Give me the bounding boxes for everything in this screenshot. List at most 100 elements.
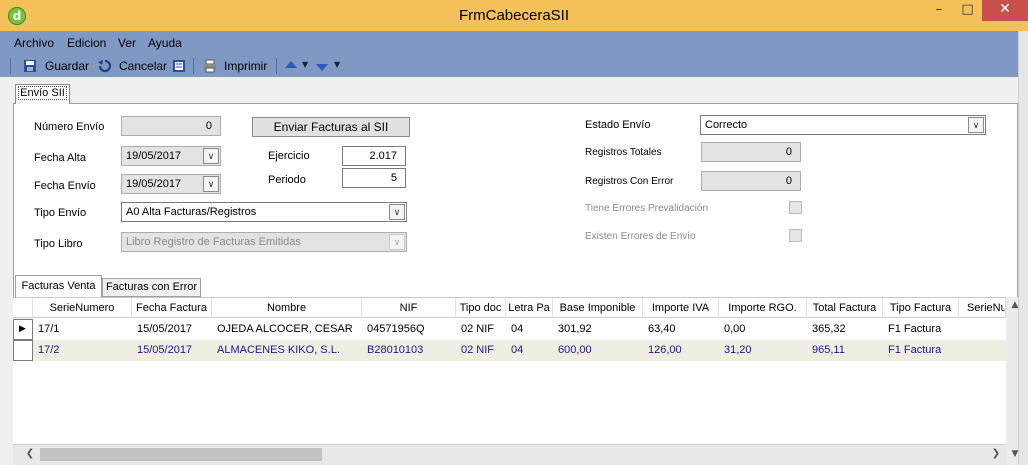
maximize-button[interactable]: □ [954,0,981,21]
cell-iva: 63,40 [648,323,676,335]
toolbar-separator [276,58,277,74]
close-button[interactable]: ✕ [982,0,1028,21]
printer-icon[interactable] [203,59,217,73]
scroll-left-icon[interactable]: ❮ [22,444,38,464]
chevron-down-icon[interactable]: ∨ [203,176,219,192]
column-header[interactable]: Total Factura [807,298,883,318]
navigate-up-icon[interactable] [284,59,298,73]
fecha-alta-label: Fecha Alta [34,152,86,164]
estado-envio-select[interactable]: Correcto ∨ [700,115,986,135]
cell-fecha: 15/05/2017 [137,323,193,335]
window-vertical-scrollbar[interactable] [1018,31,1028,465]
tab-envio-sii[interactable]: Envío SII [15,84,70,104]
toolbar-separator [193,58,194,74]
scroll-right-icon[interactable]: ❯ [988,444,1004,464]
tab-envio-label: Envío SII [18,86,67,100]
horizontal-scroll-thumb[interactable] [40,448,322,461]
facturas-grid: SerieNumero Fecha Factura Nombre NIF Tip… [13,297,1006,444]
fecha-alta-field[interactable]: 19/05/2017 ∨ [121,146,221,166]
column-header[interactable]: Importe IVA [643,298,719,318]
cell-tipo-doc: 02 NIF [461,344,495,356]
tipo-envio-value: A0 Alta Facturas/Registros [126,206,257,218]
save-icon[interactable] [23,59,37,73]
cell-nif: 04571956Q [367,323,425,335]
toolbar-grip [10,58,11,74]
enviar-facturas-button[interactable]: Enviar Facturas al SII [252,117,410,137]
column-header[interactable]: SerieNu [959,298,1006,318]
column-header[interactable]: Importe RGO. [719,298,807,318]
cell-tipo-doc: 02 NIF [461,323,495,335]
tipo-envio-select[interactable]: A0 Alta Facturas/Registros ∨ [121,202,407,222]
cell-rgo: 31,20 [724,344,752,356]
ejercicio-field[interactable]: 2.017 [342,146,406,166]
estado-envio-label: Estado Envío [585,119,651,131]
undo-icon[interactable] [98,59,112,73]
chevron-down-icon[interactable]: ∨ [389,204,405,220]
registros-error-field[interactable]: 0 [701,171,801,191]
registros-totales-label: Registros Totales [585,147,662,158]
cell-total: 365,32 [812,323,846,335]
cell-total: 965,11 [812,344,845,356]
chevron-down-icon[interactable]: ▼ [302,60,308,69]
chevron-down-icon[interactable]: ▼ [334,60,340,69]
print-button[interactable]: Imprimir [224,59,267,73]
table-row[interactable]: 17/2 15/05/2017 ALMACENES KIKO, S.L. B28… [13,340,1006,361]
fecha-envio-field[interactable]: 19/05/2017 ∨ [121,174,221,194]
column-header[interactable]: Tipo Factura [883,298,959,318]
tipo-libro-label: Tipo Libro [34,238,83,250]
tiene-errores-checkbox [789,201,802,214]
column-header[interactable]: Letra Pa [506,298,553,318]
numero-envio-label: Número Envío [34,121,105,133]
cell-iva: 126,00 [648,344,682,356]
fecha-alta-value: 19/05/2017 [126,150,182,162]
numero-envio-field[interactable]: 0 [121,116,221,136]
tipo-libro-value: Libro Registro de Facturas Emitidas [126,236,301,248]
column-header[interactable]: SerieNumero [33,298,132,318]
fecha-envio-value: 19/05/2017 [126,178,182,190]
cell-nombre: ALMACENES KIKO, S.L. [217,344,340,356]
minimize-button[interactable]: – [925,0,953,21]
tipo-envio-label: Tipo Envío [34,207,87,219]
chevron-down-icon: ∨ [389,234,405,250]
cell-nombre: OJEDA ALCOCER, CESAR [217,323,353,335]
menu-archivo[interactable]: Archivo [14,36,54,50]
current-row-icon: ▶ [19,324,26,334]
menu-ayuda[interactable]: Ayuda [148,36,182,50]
menu-edicion[interactable]: Edicion [67,36,106,50]
column-header[interactable]: Tipo doc [456,298,506,318]
column-header[interactable]: Fecha Factura [132,298,212,318]
cell-letra: 04 [511,344,524,356]
periodo-label: Periodo [268,174,306,186]
window-title: FrmCabeceraSII [458,7,570,24]
tab-facturas-venta[interactable]: Facturas Venta [15,275,102,297]
column-header[interactable]: Nombre [212,298,362,318]
estado-envio-value: Correcto [705,119,748,131]
cell-letra: 04 [511,323,524,335]
navigate-down-icon[interactable] [315,59,329,73]
report-icon[interactable] [172,59,186,73]
table-row[interactable]: ▶ 17/1 15/05/2017 OJEDA ALCOCER, CESAR 0… [13,319,1006,340]
cell-tipo-factura: F1 Factura [888,323,942,335]
menu-ver[interactable]: Ver [118,36,136,50]
chevron-down-icon[interactable]: ∨ [203,148,219,164]
chevron-down-icon[interactable]: ∨ [968,117,984,133]
ejercicio-label: Ejercicio [268,150,310,162]
cell-serie: 17/2 [38,344,60,356]
cell-nif: B28010103 [367,344,424,356]
column-header[interactable]: NIF [362,298,456,318]
column-header[interactable]: Base Imponible [553,298,643,318]
cancel-button[interactable]: Cancelar [119,59,167,73]
tab-facturas-error[interactable]: Facturas con Error [102,278,201,297]
cell-base: 600,00 [558,344,592,356]
existen-errores-checkbox [789,229,802,242]
registros-error-label: Registros Con Error [585,176,674,187]
registros-totales-field[interactable]: 0 [701,142,801,162]
existen-errores-label: Existen Errores de Envío [585,231,696,242]
cell-rgo: 0,00 [724,323,746,335]
save-button[interactable]: Guardar [45,59,89,73]
row-selector[interactable] [13,340,33,361]
tipo-libro-select[interactable]: Libro Registro de Facturas Emitidas ∨ [121,232,407,252]
cell-fecha: 15/05/2017 [137,344,193,356]
periodo-field[interactable]: 5 [342,168,406,188]
cell-base: 301,92 [558,323,592,335]
